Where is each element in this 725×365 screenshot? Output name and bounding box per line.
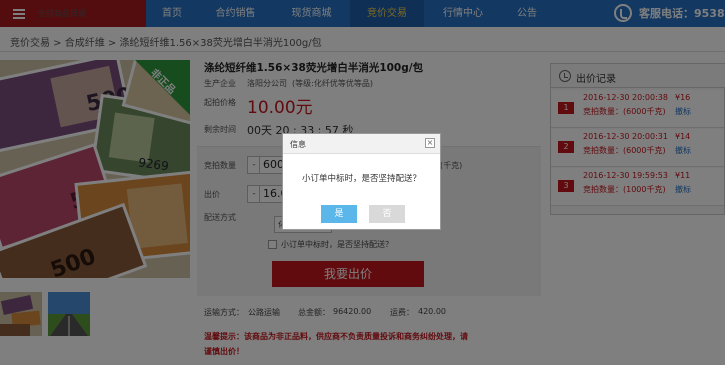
dialog-title: 信息 [290,140,306,149]
no-button[interactable]: 否 [369,205,405,223]
dialog-message: 小订单中标时，是否坚持配送？ [301,174,421,184]
dialog-header: 信息 × [283,134,440,154]
confirm-dialog: 信息 × 小订单中标时，是否坚持配送？ 是 否 [282,133,441,230]
page: 全部商品目录 首页 合约销售 现货商城 竞价交易 行情中心 公告 客服电话：95… [0,0,725,365]
yes-button[interactable]: 是 [321,205,357,223]
close-icon[interactable]: × [425,138,435,148]
